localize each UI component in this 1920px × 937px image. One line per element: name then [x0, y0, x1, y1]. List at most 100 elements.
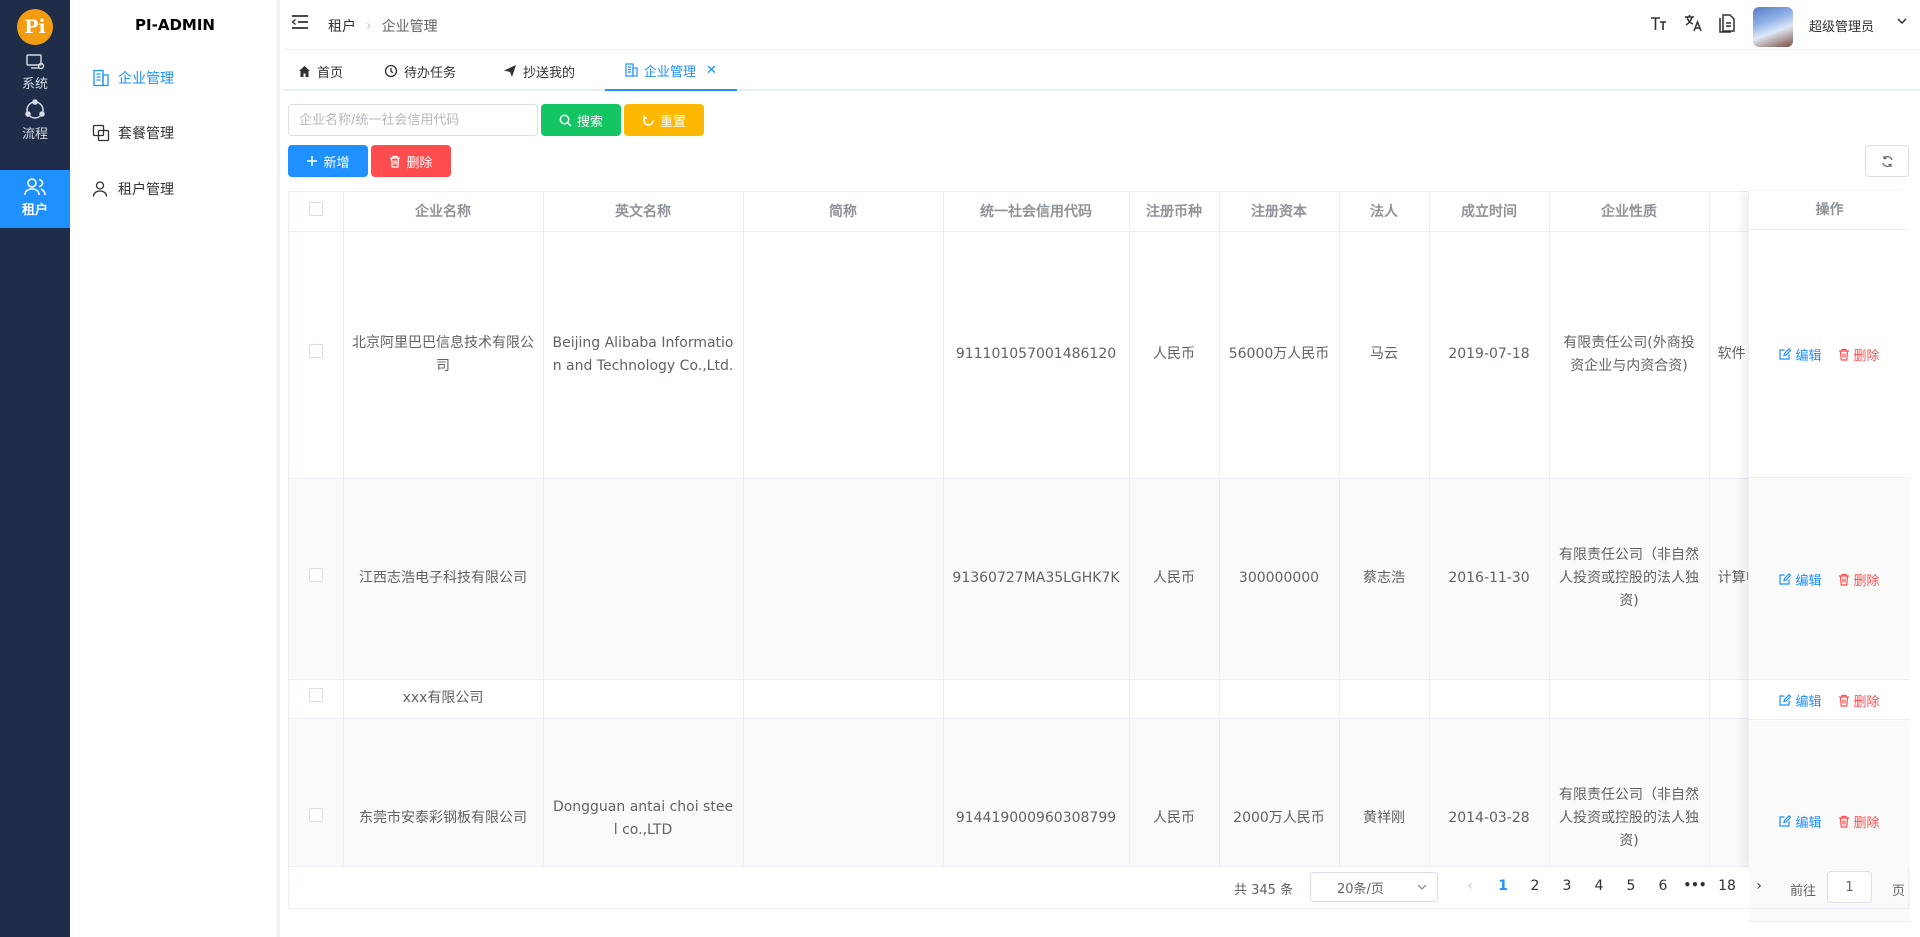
sidebar-item-tenant[interactable]: 租户管理	[92, 177, 174, 201]
next-page-button[interactable]: ›	[1746, 878, 1772, 894]
cell-currency: 人民币	[1129, 718, 1220, 866]
delete-row-button[interactable]: 删除	[1838, 345, 1880, 364]
plus-icon	[307, 156, 318, 166]
cell-legal: 马云	[1339, 231, 1430, 479]
chevron-down-icon	[1417, 884, 1427, 890]
close-icon[interactable]: ✕	[706, 63, 717, 78]
page-number[interactable]: 2	[1522, 878, 1548, 894]
trash-icon	[390, 155, 401, 168]
sidebar-item-package[interactable]: 套餐管理	[92, 121, 174, 145]
sidebar-item-enterprise[interactable]: 企业管理	[92, 66, 174, 90]
add-button[interactable]: 新增	[288, 145, 368, 177]
translate-icon[interactable]	[1683, 13, 1703, 33]
page-size-value: 20条/页	[1337, 881, 1384, 897]
logo[interactable]: Pi	[17, 9, 53, 45]
page-size-select[interactable]: 20条/页	[1310, 872, 1438, 902]
cell-en-name: Beijing Alibaba Information and Technolo…	[543, 231, 744, 479]
more-pages[interactable]: •••	[1682, 878, 1708, 892]
tab-label: 企业管理	[644, 64, 697, 80]
cell-capital: 300000000	[1219, 478, 1340, 680]
table-row[interactable]: 东莞市安泰彩钢板有限公司 Dongguan antai choi steel c…	[289, 718, 1908, 866]
document-icon[interactable]	[1717, 13, 1737, 33]
column-header[interactable]: 注册资本	[1219, 192, 1340, 232]
row-actions: 编辑 删除	[1749, 681, 1910, 720]
rail-item-label: 租户	[21, 203, 48, 218]
menu-title: PI-ADMIN	[135, 16, 215, 34]
table-row[interactable]: 北京阿里巴巴信息技术有限公司 Beijing Alibaba Informati…	[289, 231, 1908, 479]
tab-enterprise[interactable]: 企业管理 ✕	[605, 51, 737, 91]
column-header[interactable]: 企业性质	[1549, 192, 1710, 232]
cell-en-name	[543, 679, 744, 719]
font-size-icon[interactable]	[1649, 13, 1669, 33]
delete-row-button[interactable]: 删除	[1838, 570, 1880, 589]
table-row[interactable]: xxx有限公司	[289, 679, 1908, 719]
table-row[interactable]: 江西志浩电子科技有限公司 91360727MA35LGHK7K 人民币 3000…	[289, 478, 1908, 680]
column-header[interactable]: 法人	[1339, 192, 1430, 232]
trash-icon	[1838, 694, 1849, 707]
user-name[interactable]: 超级管理员	[1809, 16, 1874, 35]
edit-button[interactable]: 编辑	[1779, 691, 1822, 710]
breadcrumb-item[interactable]: 租户	[328, 16, 356, 36]
delete-label: 删除	[1853, 694, 1880, 710]
cell-capital: 56000万人民币	[1219, 231, 1340, 479]
column-header[interactable]: 英文名称	[543, 192, 744, 232]
page-number[interactable]: 4	[1586, 878, 1612, 894]
page-unit-label: 页	[1892, 884, 1906, 899]
delete-row-button[interactable]: 删除	[1838, 812, 1880, 831]
prev-page-button[interactable]: ‹	[1457, 878, 1483, 894]
row-checkbox[interactable]	[308, 808, 323, 822]
monitor-icon	[26, 54, 45, 70]
search-button-label: 搜索	[576, 113, 603, 129]
search-button[interactable]: 搜索	[541, 104, 621, 136]
trash-icon	[1838, 348, 1849, 361]
column-header[interactable]: 成立时间	[1429, 192, 1550, 232]
page-number[interactable]: 1	[1490, 878, 1516, 894]
column-header[interactable]: 注册币种	[1129, 192, 1220, 232]
page-number[interactable]: 5	[1618, 878, 1644, 894]
column-header[interactable]: 简称	[743, 192, 944, 232]
edit-label: 编辑	[1795, 694, 1822, 710]
cell-currency: 人民币	[1129, 478, 1220, 680]
rail-item-workflow[interactable]: 流程	[0, 92, 70, 150]
breadcrumb-separator: ›	[366, 18, 372, 34]
edit-button[interactable]: 编辑	[1779, 812, 1822, 831]
delete-button-label: 删除	[406, 154, 433, 170]
row-checkbox[interactable]	[308, 688, 323, 702]
edit-label: 编辑	[1795, 348, 1822, 364]
page-number[interactable]: 6	[1650, 878, 1676, 894]
select-all-cell	[289, 192, 344, 232]
users-icon	[24, 178, 46, 196]
column-header[interactable]: 企业名称	[343, 192, 544, 232]
tab-cc[interactable]: 抄送我的	[503, 51, 575, 91]
refresh-table-button[interactable]	[1865, 145, 1909, 177]
tab-label: 抄送我的	[523, 65, 576, 81]
menu-fold-icon[interactable]	[291, 14, 309, 30]
delete-row-button[interactable]: 删除	[1838, 691, 1880, 710]
cell-short	[743, 718, 944, 866]
column-header[interactable]: 统一社会信用代码	[943, 192, 1130, 232]
cell-nature: 有限责任公司（非自然人投资或控股的法人独资)	[1549, 718, 1710, 866]
tab-home[interactable]: 首页	[298, 51, 343, 91]
row-checkbox[interactable]	[308, 344, 323, 358]
delete-button[interactable]: 删除	[371, 145, 451, 177]
page-number[interactable]: 18	[1714, 878, 1740, 894]
row-select-cell	[289, 231, 344, 479]
row-checkbox[interactable]	[308, 568, 323, 582]
building-icon	[625, 63, 638, 77]
goto-page-input[interactable]	[1827, 871, 1872, 903]
workflow-icon	[25, 99, 45, 119]
reset-button[interactable]: 重置	[624, 104, 704, 136]
edit-button[interactable]: 编辑	[1779, 345, 1822, 364]
search-icon	[559, 114, 572, 127]
tab-todo[interactable]: 待办任务	[384, 51, 456, 91]
trash-icon	[1838, 573, 1849, 586]
app-root: Pi 系统 流程 租户 PI-ADMIN 企业管理 套餐管理 租户管理 租户 ›…	[0, 0, 1920, 937]
avatar[interactable]	[1753, 7, 1793, 47]
edit-button[interactable]: 编辑	[1779, 570, 1822, 589]
sidebar-item-label: 套餐管理	[118, 126, 174, 142]
rail-item-tenant[interactable]: 租户	[0, 170, 70, 228]
search-input[interactable]	[288, 104, 538, 136]
chevron-down-icon[interactable]	[1897, 18, 1907, 24]
select-all-checkbox[interactable]	[308, 202, 323, 217]
page-number[interactable]: 3	[1554, 878, 1580, 894]
